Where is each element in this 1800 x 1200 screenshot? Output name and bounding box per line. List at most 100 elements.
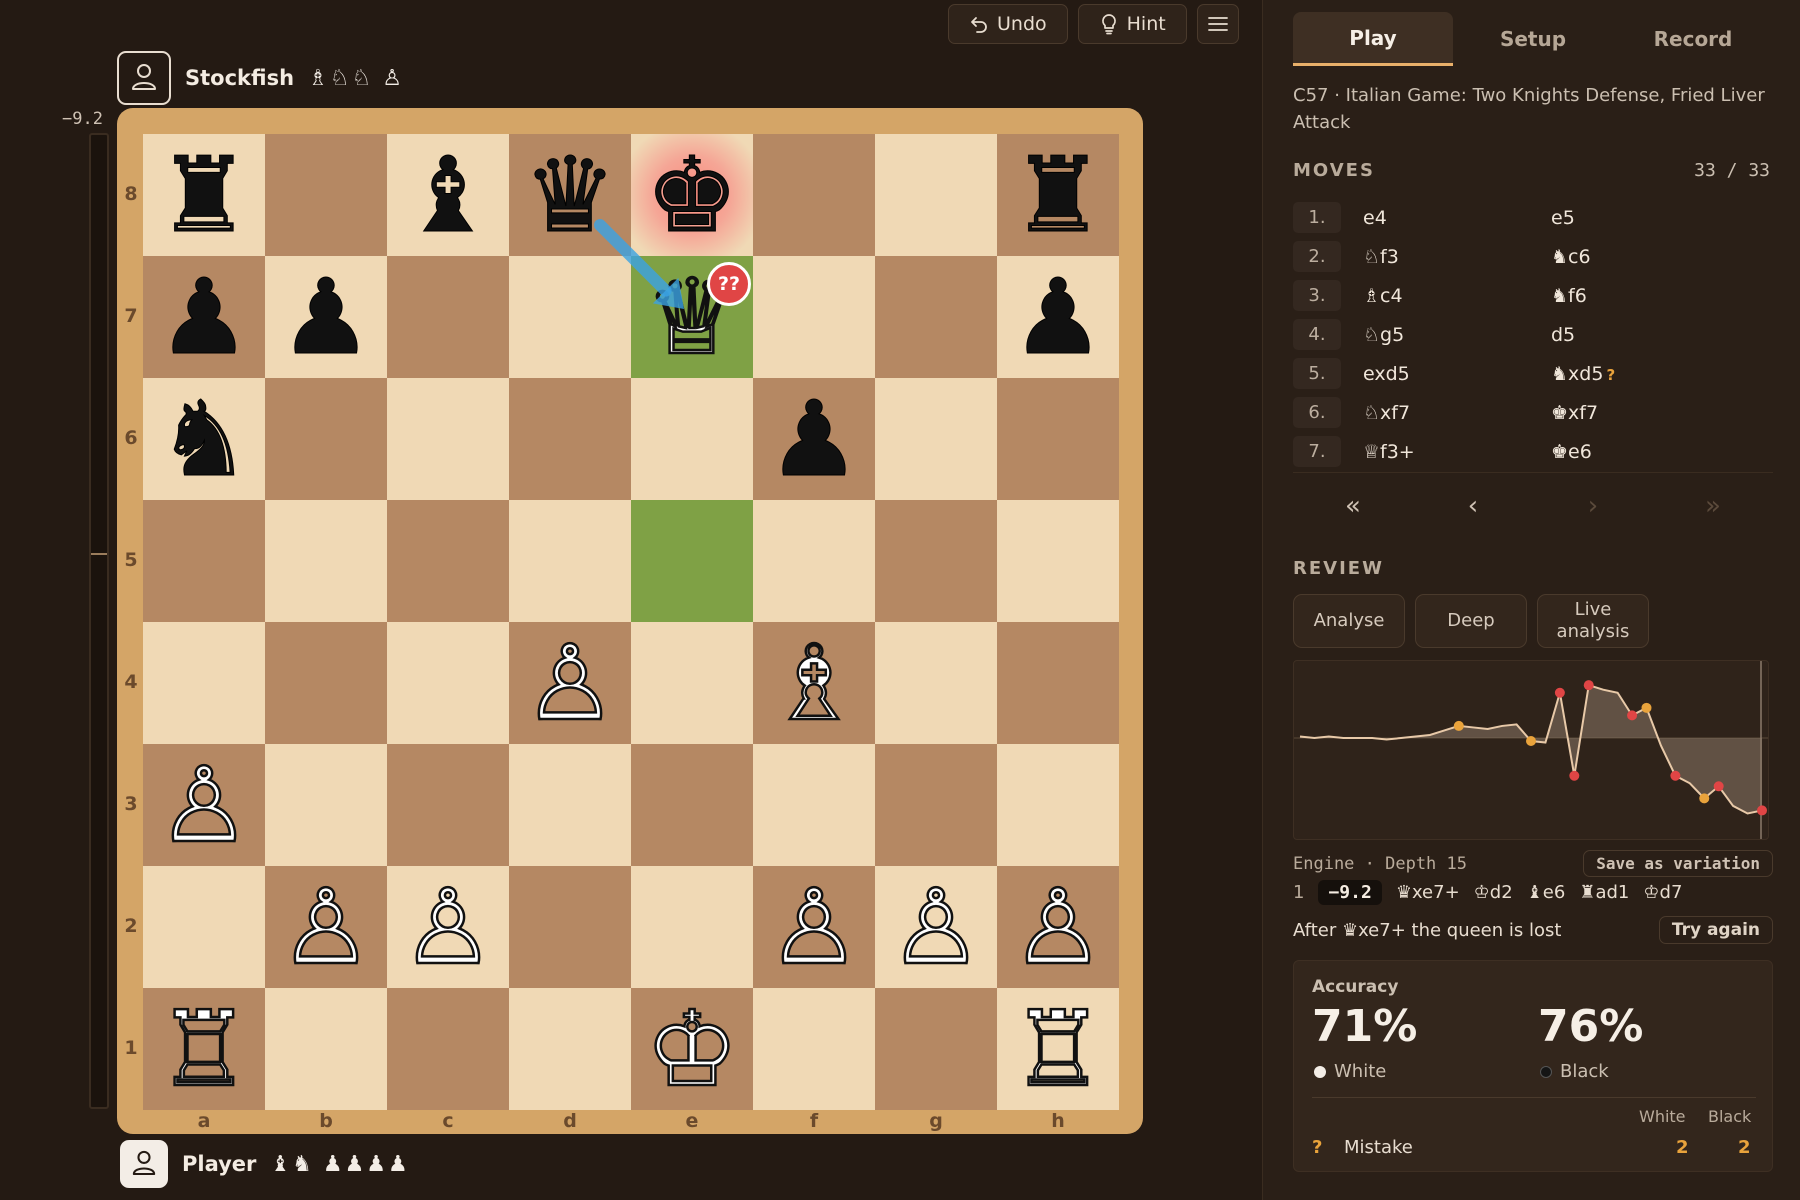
piece-f6[interactable]: ♟: [767, 387, 861, 492]
piece-e8[interactable]: ♚: [645, 143, 739, 248]
piece-b2[interactable]: ♙: [278, 874, 374, 981]
pv-move[interactable]: ♝e6: [1527, 882, 1566, 903]
hint-button[interactable]: Hint: [1077, 4, 1187, 44]
square-f7[interactable]: [753, 256, 875, 378]
square-f5[interactable]: [753, 500, 875, 622]
square-d5[interactable]: [509, 500, 631, 622]
white-move[interactable]: e4: [1341, 207, 1551, 229]
square-h8[interactable]: ♜: [997, 134, 1119, 256]
square-a3[interactable]: ♙: [143, 744, 265, 866]
square-c7[interactable]: [387, 256, 509, 378]
square-c4[interactable]: [387, 622, 509, 744]
tab-record[interactable]: Record: [1613, 12, 1773, 66]
square-h1[interactable]: ♖: [997, 988, 1119, 1110]
square-g6[interactable]: [875, 378, 997, 500]
square-a8[interactable]: ♜: [143, 134, 265, 256]
piece-b7[interactable]: ♟: [279, 265, 373, 370]
square-a6[interactable]: ♞: [143, 378, 265, 500]
tab-play[interactable]: Play: [1293, 12, 1453, 66]
square-b1[interactable]: [265, 988, 387, 1110]
square-b4[interactable]: [265, 622, 387, 744]
square-f2[interactable]: ♙: [753, 866, 875, 988]
square-f3[interactable]: [753, 744, 875, 866]
square-c6[interactable]: [387, 378, 509, 500]
deep-button[interactable]: Deep: [1415, 594, 1527, 648]
square-a5[interactable]: [143, 500, 265, 622]
last-move-button[interactable]: »: [1653, 486, 1773, 526]
square-g3[interactable]: [875, 744, 997, 866]
square-e3[interactable]: [631, 744, 753, 866]
piece-a6[interactable]: ♞: [157, 387, 251, 492]
square-h4[interactable]: [997, 622, 1119, 744]
square-f4[interactable]: ♗: [753, 622, 875, 744]
black-move-cell[interactable]: ♞xd5?: [1551, 363, 1761, 385]
square-h6[interactable]: [997, 378, 1119, 500]
piece-a8[interactable]: ♜: [157, 143, 251, 248]
previous-move-button[interactable]: ‹: [1413, 486, 1533, 526]
square-c8[interactable]: ♝: [387, 134, 509, 256]
square-b3[interactable]: [265, 744, 387, 866]
square-f8[interactable]: [753, 134, 875, 256]
piece-g2[interactable]: ♙: [888, 874, 984, 981]
piece-h2[interactable]: ♙: [1010, 874, 1106, 981]
undo-button[interactable]: Undo: [948, 4, 1068, 44]
piece-h8[interactable]: ♜: [1011, 143, 1105, 248]
piece-f4[interactable]: ♗: [766, 630, 862, 737]
square-c2[interactable]: ♙: [387, 866, 509, 988]
white-move[interactable]: ♕f3+: [1341, 441, 1551, 463]
next-move-button[interactable]: ›: [1533, 486, 1653, 526]
square-h7[interactable]: ♟: [997, 256, 1119, 378]
square-e5[interactable]: [631, 500, 753, 622]
square-a2[interactable]: [143, 866, 265, 988]
square-d3[interactable]: [509, 744, 631, 866]
piece-c2[interactable]: ♙: [400, 874, 496, 981]
chess-board[interactable]: ♜ ♝ ♛ ♚ ♜ ♟ ♟ ♕?? ♟ ♞ ♟ ♙ ♗ ♙ ♙ ♙ ♙ ♙ ♙ ♖ ♔ ♖: [143, 134, 1119, 1110]
square-d7[interactable]: [509, 256, 631, 378]
black-move-cell[interactable]: e5: [1551, 207, 1761, 229]
piece-a7[interactable]: ♟: [157, 265, 251, 370]
piece-a3[interactable]: ♙: [156, 752, 252, 859]
piece-h7[interactable]: ♟: [1011, 265, 1105, 370]
square-e1[interactable]: ♔: [631, 988, 753, 1110]
square-c5[interactable]: [387, 500, 509, 622]
black-move-cell[interactable]: d5: [1551, 324, 1761, 346]
try-again-button[interactable]: Try again: [1658, 916, 1773, 944]
square-e4[interactable]: [631, 622, 753, 744]
black-move-cell[interactable]: ♞c6: [1551, 246, 1761, 268]
square-a4[interactable]: [143, 622, 265, 744]
white-move[interactable]: ♘xf7: [1341, 402, 1551, 424]
square-f1[interactable]: [753, 988, 875, 1110]
square-h3[interactable]: [997, 744, 1119, 866]
square-b2[interactable]: ♙: [265, 866, 387, 988]
square-c1[interactable]: [387, 988, 509, 1110]
piece-d8[interactable]: ♛: [523, 143, 617, 248]
white-move[interactable]: ♘g5: [1341, 324, 1551, 346]
square-b7[interactable]: ♟: [265, 256, 387, 378]
square-h2[interactable]: ♙: [997, 866, 1119, 988]
pv-move[interactable]: ♛xe7+: [1396, 882, 1460, 903]
first-move-button[interactable]: «: [1293, 486, 1413, 526]
pv-move[interactable]: ♜ad1: [1579, 882, 1629, 903]
live-analysis-button[interactable]: Live analysis: [1537, 594, 1649, 648]
square-e8[interactable]: ♚: [631, 134, 753, 256]
square-d1[interactable]: [509, 988, 631, 1110]
black-move-cell[interactable]: ♞f6: [1551, 285, 1761, 307]
square-d6[interactable]: [509, 378, 631, 500]
square-d8[interactable]: ♛: [509, 134, 631, 256]
square-e2[interactable]: [631, 866, 753, 988]
white-move[interactable]: exd5: [1341, 363, 1551, 385]
square-g4[interactable]: [875, 622, 997, 744]
piece-c8[interactable]: ♝: [401, 143, 495, 248]
square-h5[interactable]: [997, 500, 1119, 622]
square-b6[interactable]: [265, 378, 387, 500]
square-g8[interactable]: [875, 134, 997, 256]
piece-d4[interactable]: ♙: [522, 630, 618, 737]
square-g7[interactable]: [875, 256, 997, 378]
square-g2[interactable]: ♙: [875, 866, 997, 988]
black-move-cell[interactable]: ♚xf7: [1551, 402, 1761, 424]
piece-a1[interactable]: ♖: [156, 996, 252, 1103]
square-e7[interactable]: ♕??: [631, 256, 753, 378]
save-variation-button[interactable]: Save as variation: [1583, 850, 1773, 877]
white-move[interactable]: ♗c4: [1341, 285, 1551, 307]
piece-h1[interactable]: ♖: [1010, 996, 1106, 1103]
